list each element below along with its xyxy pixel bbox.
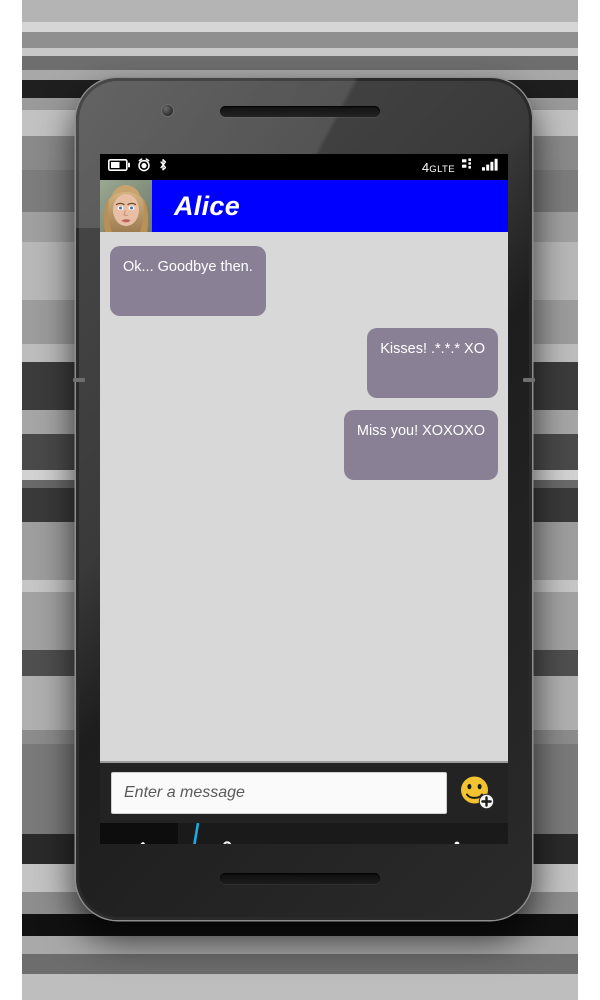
- bottom-navigation-bar: Back Attach Send Messa: [100, 822, 508, 844]
- contact-avatar[interactable]: [100, 180, 152, 232]
- bottom-speaker: [220, 873, 380, 884]
- nav-item-more[interactable]: More: [406, 823, 508, 844]
- backdrop-band: [22, 48, 578, 56]
- backdrop-band: [22, 974, 578, 1000]
- backdrop-band: [22, 56, 578, 70]
- front-camera-icon: [162, 105, 173, 116]
- network-type-label: 4GLTE: [421, 159, 455, 175]
- earpiece-speaker: [220, 106, 380, 117]
- nav-item-back[interactable]: Back: [100, 823, 178, 844]
- battery-icon: [108, 158, 130, 176]
- smiley-add-icon[interactable]: [457, 773, 497, 813]
- more-vertical-icon: [453, 839, 461, 844]
- nav-item-attach[interactable]: Attach: [178, 823, 280, 844]
- message-bubble[interactable]: Kisses! .*.*.* XO: [367, 328, 498, 398]
- backdrop-band: [22, 32, 578, 48]
- backdrop-band: [22, 954, 578, 974]
- chassis-nub-left: [73, 378, 85, 382]
- bluetooth-icon: [158, 158, 168, 177]
- message-input[interactable]: [111, 772, 447, 814]
- chassis-nub-right: [523, 378, 535, 382]
- alarm-clock-icon: [137, 157, 151, 177]
- backdrop-band: [22, 936, 578, 954]
- message-bubble[interactable]: Miss you! XOXOXO: [343, 410, 498, 480]
- data-transfer-icon: [462, 158, 475, 176]
- paperclip-icon: [218, 839, 240, 844]
- contact-header[interactable]: Alice: [100, 180, 508, 232]
- phone-screen: 4GLTE Alice Ok... Goodbye then. Kisses! …: [100, 154, 508, 844]
- status-bar: 4GLTE: [100, 154, 508, 180]
- backdrop-band: [22, 22, 578, 32]
- chevron-left-icon: [127, 839, 151, 844]
- nav-item-send-message[interactable]: Send Message: [280, 823, 407, 844]
- phone-device: 4GLTE Alice Ok... Goodbye then. Kisses! …: [73, 78, 535, 920]
- backdrop-band: [22, 0, 578, 22]
- contact-name: Alice: [174, 190, 241, 221]
- envelope-send-icon: [324, 839, 362, 845]
- conversation-thread[interactable]: Ok... Goodbye then. Kisses! .*.*.* XO Mi…: [100, 232, 508, 761]
- message-composer: [100, 761, 508, 823]
- message-bubble[interactable]: Ok... Goodbye then.: [110, 246, 266, 316]
- signal-bars-icon: [482, 158, 500, 176]
